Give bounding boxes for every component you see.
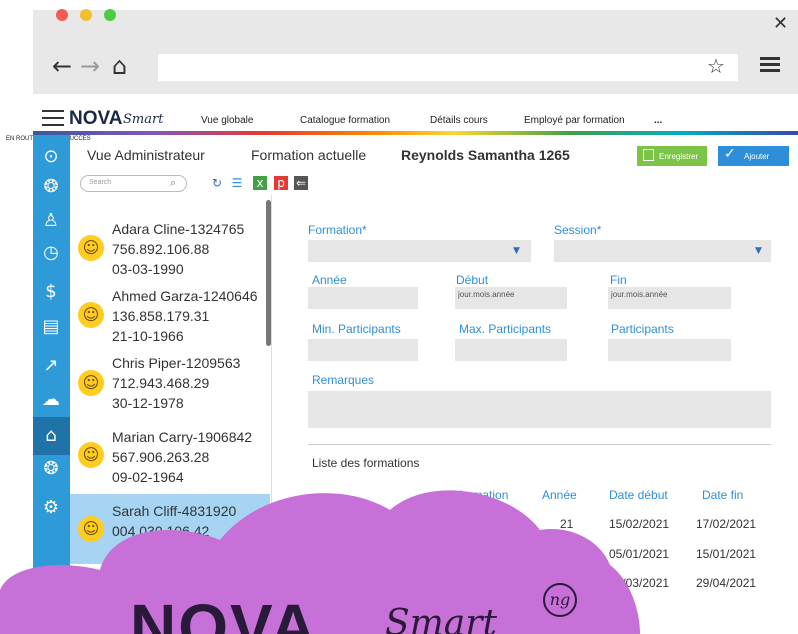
selected-person: Reynolds Samantha 1265 [401,147,570,163]
search-placeholder: Search [89,179,112,186]
excel-export-icon[interactable]: x [253,176,267,190]
person-phone: 712.943.468.29 [112,375,210,391]
stopwatch-icon[interactable]: ◷ [36,238,66,268]
home-icon[interactable]: ⌂ [112,52,127,80]
smiley-icon: ☺ [78,302,104,328]
person-date: 03-03-1990 [112,261,184,277]
max-participants-label: Max. Participants [459,322,552,336]
rainbow-divider [33,131,798,135]
formation-label: Formation* [308,223,367,237]
menu-employe-par-formation[interactable]: Employé par formation [524,115,625,126]
person-phone: 136.858.179.31 [112,308,210,324]
debut-label: Début [456,273,489,287]
dollar-icon[interactable]: $ [36,277,66,307]
fin-placeholder: jour.mois.année [611,290,668,299]
menu-more[interactable]: ... [654,115,662,126]
annee-input[interactable] [308,287,418,309]
overlay-badge: ng [543,583,577,617]
section-divider [308,444,771,445]
star-icon[interactable]: ☆ [707,54,725,78]
person-name: Marian Carry-1906842 [112,429,253,445]
add-button[interactable]: ✓ Ajouter [718,146,789,166]
close-icon[interactable]: ✕ [773,13,788,34]
menu-catalogue-formation[interactable]: Catalogue formation [300,115,390,126]
chevron-down-icon: ▼ [513,246,520,256]
chevron-down-icon: ▼ [755,246,762,256]
brand-logo: NOVA [69,108,123,129]
close-window-dot[interactable] [56,9,68,21]
smiley-icon: ☺ [78,370,104,396]
person-date: 21-10-1966 [112,328,184,344]
graduation-cap-icon[interactable]: ⌂ [36,421,66,451]
browser-titlebar [33,10,798,40]
participants-input[interactable] [608,339,731,361]
refresh-icon[interactable]: ↻ [210,176,224,190]
max-participants-input[interactable] [455,339,567,361]
remarques-label: Remarques [312,373,375,387]
pdf-export-icon[interactable]: p [274,176,288,190]
save-label: Enregistrer [659,152,699,161]
import-icon[interactable]: ⇐ [294,176,308,190]
person-name: Chris Piper-1209563 [112,355,241,371]
forward-arrow-icon[interactable]: → [80,52,100,80]
team-icon[interactable]: ❂ [36,172,66,202]
participants-label: Participants [611,322,674,336]
person-phone: 756.892.106.88 [112,241,210,257]
check-icon: ✓ [724,146,736,162]
menu-vue-globale[interactable]: Vue globale [201,115,253,126]
chart-up-icon[interactable]: ↗ [36,351,66,381]
view-title: Vue Administrateur [87,147,205,163]
min-participants-label: Min. Participants [312,322,401,336]
floppy-icon [643,149,654,161]
person-date: 30-12-1978 [112,395,184,411]
remarques-textarea[interactable] [308,391,771,428]
person-name: Adara Cline-1324765 [112,221,245,237]
brand-suffix: Smart [123,112,164,127]
list-icon[interactable]: ☰ [230,176,244,190]
hamburger-icon[interactable] [42,110,64,126]
search-icon: ⌕ [170,176,177,189]
person-name: Ahmed Garza-1240646 [112,288,258,304]
user-search-icon[interactable]: ⊙ [36,142,66,172]
fin-label: Fin [610,273,627,287]
person-phone: 567.906.263.28 [112,449,210,465]
min-participants-input[interactable] [308,339,418,361]
cards-icon[interactable]: ▤ [36,312,66,342]
fin-input[interactable]: jour.mois.année [608,287,731,309]
overlay-brand-text: NOVA [130,591,319,634]
formation-select[interactable]: ▼ [308,240,531,262]
minimize-window-dot[interactable] [80,9,92,21]
back-arrow-icon[interactable]: ← [52,52,72,80]
smiley-icon: ☺ [78,442,104,468]
smiley-icon: ☺ [78,235,104,261]
table-title: Liste des formations [312,456,420,470]
annee-label: Année [312,273,347,287]
person-icon[interactable]: ♙ [36,206,66,236]
current-formation-label: Formation actuelle [251,147,367,163]
save-button[interactable]: Enregistrer [637,146,707,166]
add-label: Ajouter [744,152,770,161]
overlay-script-text: Smart [385,603,497,634]
maximize-window-dot[interactable] [104,9,116,21]
debut-input[interactable]: jour.mois.année [455,287,567,309]
session-select[interactable]: ▼ [554,240,771,262]
browser-menu-icon[interactable] [760,57,780,72]
search-input[interactable]: Search ⌕ [80,175,187,192]
address-bar[interactable] [158,54,738,81]
session-label: Session* [554,223,602,237]
menu-details-cours[interactable]: Détails cours [430,115,488,126]
cloud-upload-icon[interactable]: ☁ [36,385,66,415]
debut-placeholder: jour.mois.année [458,290,515,299]
